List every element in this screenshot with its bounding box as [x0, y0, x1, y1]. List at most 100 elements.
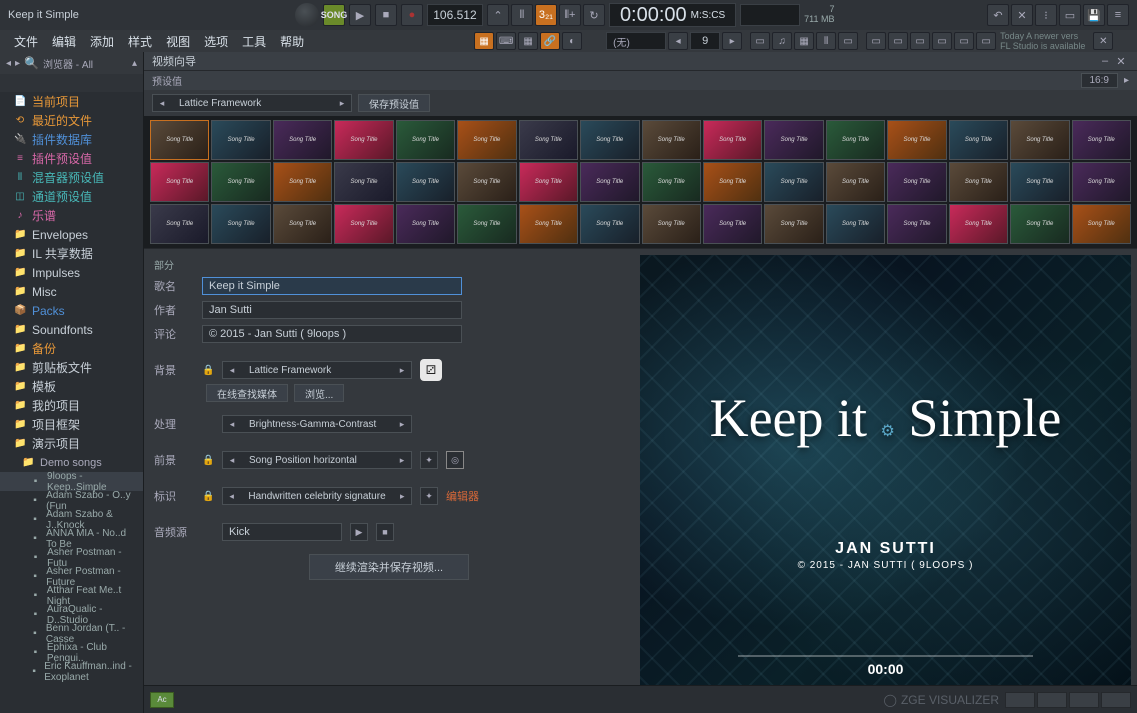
bg-prev-icon[interactable]: ◂ — [223, 365, 241, 376]
undo-button[interactable]: ↶ — [987, 4, 1009, 26]
preset-thumbnail[interactable]: Song Title — [949, 162, 1008, 202]
search-online-button[interactable]: 在线查找媒体 — [206, 384, 288, 402]
browser-toggle[interactable]: ▭ — [1059, 4, 1081, 26]
tools-icon[interactable]: ✕ — [1011, 4, 1033, 26]
view-btn-1[interactable]: ▭ — [866, 32, 886, 50]
nav-fwd-icon[interactable]: ▸ — [15, 58, 20, 69]
step-edit-button[interactable]: ▦ — [518, 32, 538, 50]
playlist-button[interactable]: ▭ — [750, 32, 770, 50]
browser-song-item[interactable]: ▪Adam Szabo - O..y (Fun — [0, 491, 143, 510]
fg-combo[interactable]: ◂ Song Position horizontal ▸ — [222, 451, 412, 469]
collapse-icon[interactable]: ▴ — [132, 58, 137, 69]
preset-thumbnail[interactable]: Song Title — [150, 162, 209, 202]
fg-gear-icon[interactable]: ✦ — [420, 451, 438, 469]
browse-button[interactable]: 浏览... — [294, 384, 344, 402]
menu-edit[interactable]: 编辑 — [46, 31, 82, 52]
browser-item[interactable]: 📁我的项目 — [0, 396, 143, 415]
piano-roll-button[interactable]: ♫ — [772, 32, 792, 50]
browser-song-item[interactable]: ▪Benn Jordan (T.. - Casse — [0, 624, 143, 643]
preset-thumbnail[interactable]: Song Title — [764, 162, 823, 202]
browser-item[interactable]: 📄当前项目 — [0, 92, 143, 111]
tempo-display[interactable]: 106.512 — [427, 4, 483, 26]
preset-thumbnail[interactable]: Song Title — [519, 120, 578, 160]
menu-view[interactable]: 视图 — [160, 31, 196, 52]
preset-prev-icon[interactable]: ◂ — [153, 98, 171, 109]
browser-item[interactable]: 📁演示项目 — [0, 434, 143, 453]
preset-thumbnail[interactable]: Song Title — [211, 120, 270, 160]
settings-button[interactable]: ⁝ — [1035, 4, 1057, 26]
metronome-button[interactable]: ⌃ — [487, 4, 509, 26]
browser-item[interactable]: 🔌插件数据库 — [0, 130, 143, 149]
audio-input[interactable]: Kick — [222, 523, 342, 541]
bg-combo[interactable]: ◂ Lattice Framework ▸ — [222, 361, 412, 379]
browser-song-item[interactable]: ▪Asher Postman - Future — [0, 567, 143, 586]
browser-list[interactable]: 📄当前项目⟲最近的文件🔌插件数据库≡插件预设值⫴混音器预设值◫通道预设值♪乐谱📁… — [0, 92, 143, 713]
preset-thumbnail[interactable]: Song Title — [887, 204, 946, 244]
preset-thumbnail[interactable]: Song Title — [396, 162, 455, 202]
process-next-icon[interactable]: ▸ — [393, 419, 411, 430]
browser-item[interactable]: 📁IL 共享数据 — [0, 244, 143, 263]
browser-item[interactable]: ⟲最近的文件 — [0, 111, 143, 130]
preset-thumbnail[interactable]: Song Title — [1072, 204, 1131, 244]
preset-thumbnail[interactable]: Song Title — [457, 162, 516, 202]
view-btn-6[interactable]: ▭ — [976, 32, 996, 50]
preset-thumbnail[interactable]: Song Title — [642, 162, 701, 202]
browser-item[interactable]: ⫴混音器预设值 — [0, 168, 143, 187]
track-header[interactable] — [1005, 692, 1035, 708]
sig-gear-icon[interactable]: ✦ — [420, 487, 438, 505]
preset-thumbnail[interactable]: Song Title — [150, 204, 209, 244]
track-header[interactable] — [1069, 692, 1099, 708]
bg-lock-icon[interactable]: 🔒 — [202, 365, 214, 376]
browser-song-item[interactable]: ▪Asher Postman - Futu — [0, 548, 143, 567]
author-input[interactable]: Jan Sutti — [202, 301, 462, 319]
track-header[interactable] — [1101, 692, 1131, 708]
sig-combo[interactable]: ◂ Handwritten celebrity signature ▸ — [222, 487, 412, 505]
preset-thumbnail[interactable]: Song Title — [273, 204, 332, 244]
audio-play-icon[interactable]: ▶ — [350, 523, 368, 541]
browser-item[interactable]: 📦Packs — [0, 301, 143, 320]
wait-button[interactable]: ⫴ — [511, 4, 533, 26]
browser-item[interactable]: 📁Misc — [0, 282, 143, 301]
preset-combo[interactable]: ◂ Lattice Framework ▸ — [152, 94, 352, 112]
browser-item[interactable]: 📁剪贴板文件 — [0, 358, 143, 377]
browser-subfolder[interactable]: 📁Demo songs — [0, 453, 143, 472]
view-btn-2[interactable]: ▭ — [888, 32, 908, 50]
preset-thumbnail[interactable]: Song Title — [519, 162, 578, 202]
preset-thumbnail[interactable]: Song Title — [1072, 162, 1131, 202]
menu-file[interactable]: 文件 — [8, 31, 44, 52]
preset-thumbnail[interactable]: Song Title — [703, 162, 762, 202]
preset-thumbnail[interactable]: Song Title — [211, 204, 270, 244]
editor-link[interactable]: 编辑器 — [446, 488, 479, 504]
browser-song-item[interactable]: ▪Eric Kauffman..ind - Exoplanet — [0, 662, 143, 681]
fg-target-icon[interactable]: ◎ — [446, 451, 464, 469]
preset-thumbnail[interactable]: Song Title — [887, 120, 946, 160]
preset-thumbnail[interactable]: Song Title — [949, 120, 1008, 160]
menu-add[interactable]: 添加 — [84, 31, 120, 52]
record-button[interactable]: ● — [401, 4, 423, 26]
view-btn-4[interactable]: ▭ — [932, 32, 952, 50]
aspect-arrow-icon[interactable]: ▸ — [1124, 75, 1129, 86]
aspect-selector[interactable]: 16:9 — [1081, 73, 1118, 88]
render-video-button[interactable]: 继续渲染并保存视频... — [309, 554, 469, 580]
process-combo[interactable]: ◂ Brightness-Gamma-Contrast ▸ — [222, 415, 412, 433]
browser-item[interactable]: 📁Soundfonts — [0, 320, 143, 339]
menu-options[interactable]: 选项 — [198, 31, 234, 52]
browser-song-item[interactable]: ▪Atthar Feat Me..t Night — [0, 586, 143, 605]
hint-close-icon[interactable]: ✕ — [1093, 32, 1113, 50]
menu-help[interactable]: 帮助 — [274, 31, 310, 52]
browser-item[interactable]: 📁模板 — [0, 377, 143, 396]
nav-back-icon[interactable]: ◂ — [6, 58, 11, 69]
pat-prev[interactable]: ◂ — [668, 32, 688, 50]
pattern-number[interactable]: 9 — [690, 32, 720, 50]
audio-stop-icon[interactable]: ■ — [376, 523, 394, 541]
save-button[interactable]: 💾 — [1083, 4, 1105, 26]
preset-thumbnail[interactable]: Song Title — [826, 204, 885, 244]
preset-thumbnail[interactable]: Song Title — [1010, 120, 1069, 160]
preset-thumbnail[interactable]: Song Title — [1010, 162, 1069, 202]
preset-thumbnail[interactable]: Song Title — [457, 120, 516, 160]
browser-song-item[interactable]: ▪AuraQualic - D..Studio — [0, 605, 143, 624]
preset-thumbnail[interactable]: Song Title — [1072, 120, 1131, 160]
browser-song-item[interactable]: ▪ANNA MIA - No..d To Be — [0, 529, 143, 548]
audio-clip[interactable]: Ac — [150, 692, 174, 708]
search-icon[interactable]: 🔍 — [24, 56, 39, 70]
